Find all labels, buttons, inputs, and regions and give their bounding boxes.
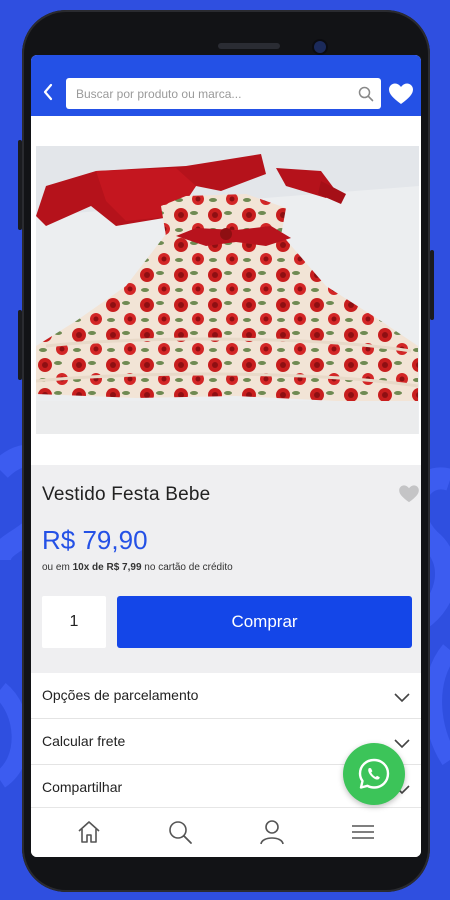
chevron-left-icon xyxy=(43,83,53,101)
product-title: Vestido Festa Bebe xyxy=(42,484,211,505)
side-button xyxy=(18,310,22,380)
whatsapp-button[interactable] xyxy=(343,743,405,805)
quantity-input[interactable] xyxy=(42,596,106,648)
installment-prefix: ou em xyxy=(42,562,73,573)
bottom-navigation xyxy=(31,807,421,857)
whatsapp-icon xyxy=(358,758,390,789)
top-bar xyxy=(31,55,421,116)
nav-menu[interactable] xyxy=(349,818,377,846)
accordion-installments[interactable]: Opções de parcelamento xyxy=(31,673,421,719)
product-image[interactable] xyxy=(36,146,419,434)
chevron-down-icon xyxy=(394,693,410,703)
nav-home[interactable] xyxy=(75,818,103,846)
menu-icon xyxy=(352,825,374,839)
product-image-area xyxy=(31,116,421,465)
volume-button xyxy=(18,140,22,230)
heart-icon xyxy=(399,485,419,503)
heart-icon xyxy=(389,83,413,104)
accordion-label: Calcular frete xyxy=(42,733,126,749)
dress-photo xyxy=(36,146,419,434)
product-price: R$ 79,90 xyxy=(42,525,148,555)
installment-info: ou em 10x de R$ 7,99 no cartão de crédit… xyxy=(42,562,233,573)
accordion-label: Opções de parcelamento xyxy=(42,687,199,703)
front-camera xyxy=(314,41,326,53)
search-icon[interactable] xyxy=(351,78,381,109)
home-icon xyxy=(78,821,100,843)
user-icon xyxy=(260,820,284,845)
chevron-down-icon xyxy=(394,739,410,749)
accordion-label: Compartilhar xyxy=(42,779,123,795)
speaker xyxy=(218,43,280,49)
product-info: Vestido Festa Bebe R$ 79,90 ou em 10x de… xyxy=(31,465,421,673)
nav-account[interactable] xyxy=(258,818,286,846)
installment-suffix: no cartão de crédito xyxy=(141,562,233,573)
search-input[interactable] xyxy=(66,78,351,109)
nav-search[interactable] xyxy=(166,818,194,846)
installment-count: 10x de R$ 7,99 xyxy=(72,562,142,573)
favorites-button[interactable] xyxy=(387,80,415,108)
app-screen: Vestido Festa Bebe R$ 79,90 ou em 10x de… xyxy=(31,55,421,857)
search-bar xyxy=(66,78,381,109)
back-button[interactable] xyxy=(37,79,59,105)
search-icon xyxy=(169,821,192,844)
power-button xyxy=(430,250,434,320)
favorite-toggle[interactable] xyxy=(399,485,419,505)
buy-button[interactable]: Comprar xyxy=(117,596,412,648)
